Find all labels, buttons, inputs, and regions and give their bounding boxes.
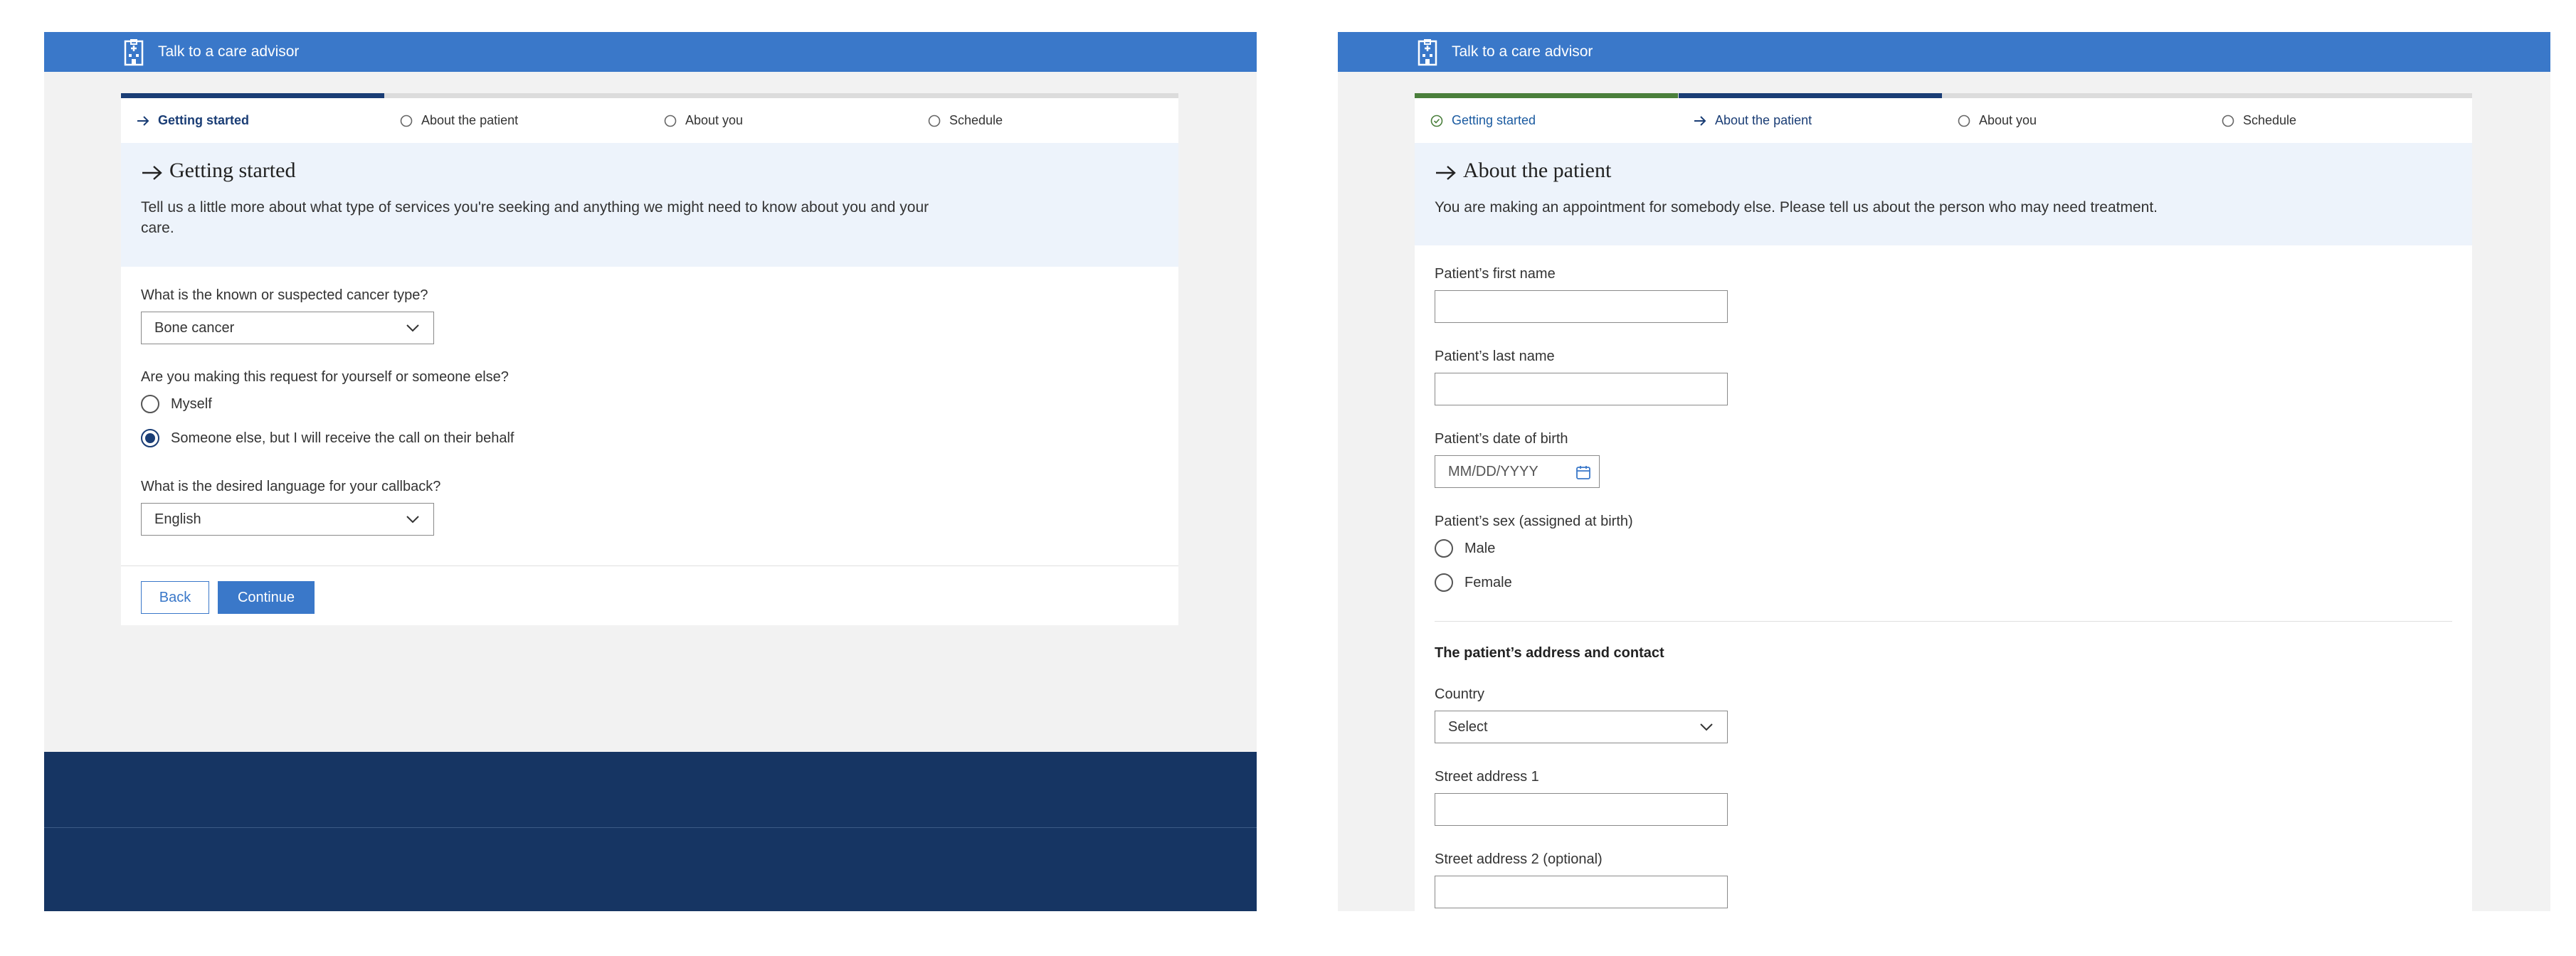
step-label: About you [1979,113,2037,127]
step-label: About the patient [421,113,519,127]
step-label: Schedule [2243,113,2297,127]
intro-text: You are making an appointment for somebo… [1435,199,2158,216]
step-label: About the patient [1715,113,1812,127]
last-name-label: Patient’s last name [1435,349,1555,364]
form-card: Getting started About the patient About … [1415,93,2472,911]
step-label: Getting started [158,113,250,127]
intro-banner: About the patient You are making an appo… [1415,143,2472,245]
check-circle-icon [1430,115,1443,127]
circle-icon [664,115,677,127]
hospital-icon [124,39,144,66]
select-value: English [154,511,201,527]
radio-button[interactable] [1435,539,1453,558]
street1-input[interactable] [1435,793,1728,826]
dob-placeholder: MM/DD/YYYY [1448,463,1538,479]
arrow-right-icon [142,166,162,180]
page-title: Getting started [169,159,296,182]
street2-input[interactable] [1435,876,1728,908]
form-card: Getting started About the patient About … [121,93,1178,625]
right-screen: Talk to a care advisor Getting started A… [1338,32,2550,911]
left-screen: Talk to a care advisor Getting started A… [44,32,1257,911]
arrow-right-icon [1694,115,1706,126]
arrow-right-icon [1436,166,1456,180]
divider [121,565,1178,566]
country-label: Country [1435,686,1485,702]
radio-female[interactable]: Female [1435,573,1512,592]
step-about-patient[interactable]: About the patient [398,98,518,143]
header-title: Talk to a care advisor [158,43,300,60]
first-name-input[interactable] [1435,290,1728,323]
dob-label: Patient’s date of birth [1435,431,1568,447]
radio-male[interactable]: Male [1435,539,1495,558]
header-title: Talk to a care advisor [1452,43,1593,60]
radio-label: Someone else, but I will receive the cal… [171,430,514,446]
back-button[interactable]: Back [141,581,209,614]
select-value: Select [1448,718,1488,735]
footer-divider [44,827,1257,828]
address-section-title: The patient’s address and contact [1435,645,1664,661]
chevron-down-icon [406,516,419,524]
step-label: About you [685,113,744,127]
circle-icon [2222,115,2234,127]
radio-someone-else[interactable]: Someone else, but I will receive the cal… [141,429,514,447]
step-about-you[interactable]: About you [1956,98,2037,143]
footer [44,752,1257,911]
language-select[interactable]: English [141,503,434,536]
step-about-patient[interactable]: About the patient [1692,98,1812,143]
step-about-you[interactable]: About you [663,98,743,143]
cancer-type-label: What is the known or suspected cancer ty… [141,287,428,303]
country-select[interactable]: Select [1435,711,1728,743]
arrow-right-icon [137,115,149,126]
street2-label: Street address 2 (optional) [1435,851,1603,867]
step-schedule[interactable]: Schedule [927,98,1003,143]
intro-text: Tell us a little more about what type of… [141,199,929,236]
step-label: Getting started [1452,113,1536,127]
radio-myself[interactable]: Myself [141,395,212,413]
chevron-down-icon [406,324,419,332]
street1-label: Street address 1 [1435,769,1539,785]
radio-button-selected[interactable] [141,429,159,447]
select-value: Bone cancer [154,319,235,336]
cancer-type-select[interactable]: Bone cancer [141,312,434,344]
request-for-label: Are you making this request for yourself… [141,369,509,385]
section-divider [1435,621,2452,622]
radio-label: Myself [171,395,212,412]
progress-steps: Getting started About the patient About … [121,93,1178,143]
step-getting-started[interactable]: Getting started [1429,98,1536,143]
step-getting-started[interactable]: Getting started [135,98,249,143]
sex-label: Patient’s sex (assigned at birth) [1435,514,1633,529]
calendar-icon[interactable] [1575,464,1592,481]
step-schedule[interactable]: Schedule [2220,98,2296,143]
first-name-label: Patient’s first name [1435,266,1556,282]
circle-icon [400,115,413,127]
circle-icon [1958,115,1970,127]
dob-input[interactable]: MM/DD/YYYY [1435,455,1600,488]
chevron-down-icon [1700,723,1713,731]
language-label: What is the desired language for your ca… [141,479,441,494]
step-label: Schedule [949,113,1003,127]
intro-banner: Getting started Tell us a little more ab… [121,143,1178,267]
progress-steps: Getting started About the patient About … [1415,93,2472,143]
continue-button[interactable]: Continue [218,581,315,614]
page-title: About the patient [1463,159,1612,182]
radio-label: Male [1464,540,1496,556]
hospital-icon [1418,39,1437,66]
top-bar: Talk to a care advisor [1338,32,2550,72]
radio-button[interactable] [1435,573,1453,592]
top-bar: Talk to a care advisor [44,32,1257,72]
circle-icon [928,115,941,127]
last-name-input[interactable] [1435,373,1728,405]
radio-button[interactable] [141,395,159,413]
radio-label: Female [1464,574,1512,590]
